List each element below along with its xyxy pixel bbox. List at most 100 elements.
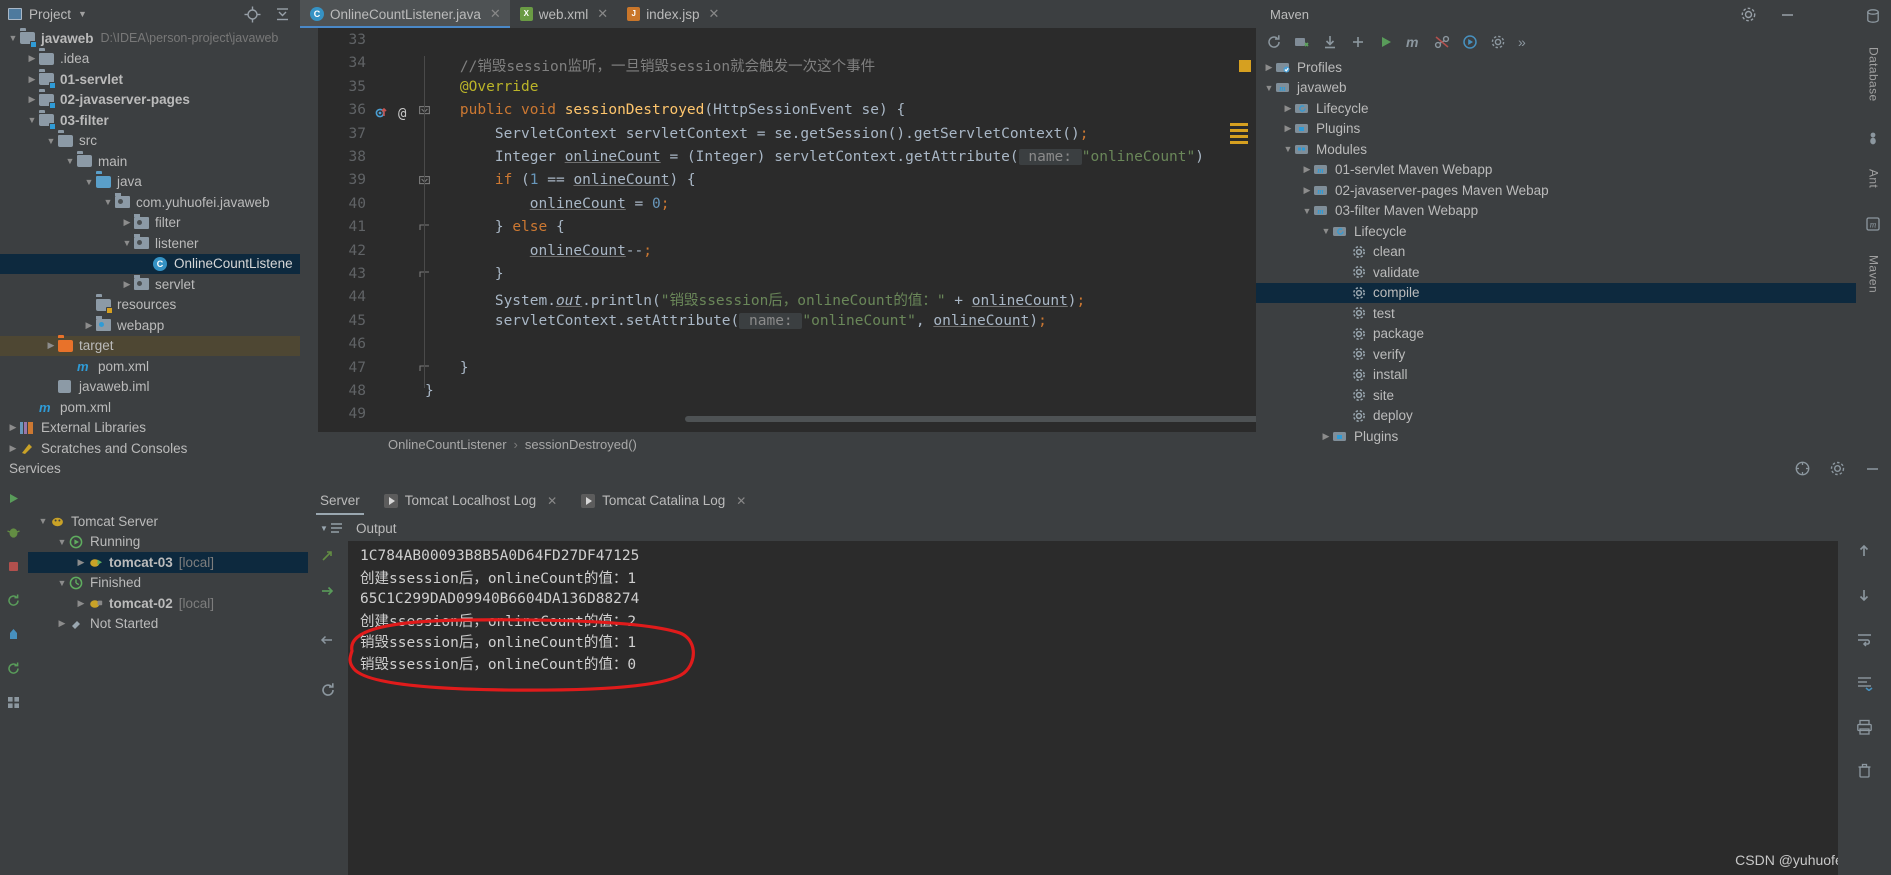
services-filter-icon[interactable] bbox=[6, 627, 23, 644]
help-icon[interactable] bbox=[1794, 460, 1811, 477]
project-tree-item[interactable]: main bbox=[0, 151, 300, 172]
maven-tree-item[interactable]: m 03-filter Maven Webapp bbox=[1256, 201, 1856, 222]
maven-strip-icon[interactable]: m bbox=[1865, 216, 1882, 233]
project-tree[interactable]: javaweb D:\IDEA\person-project\javaweb .id… bbox=[0, 28, 300, 456]
console-step-icon[interactable] bbox=[320, 633, 337, 650]
project-tree-item[interactable]: resources bbox=[0, 295, 300, 316]
project-tree-item[interactable]: .idea bbox=[0, 49, 300, 70]
editor-tab[interactable]: Xweb.xml ✕ bbox=[510, 0, 617, 28]
maven-tree-item[interactable]: site bbox=[1256, 385, 1856, 406]
chevron-closed-icon[interactable] bbox=[82, 320, 96, 331]
skip-tests-icon[interactable] bbox=[1434, 34, 1451, 51]
run-icon[interactable] bbox=[1378, 34, 1395, 51]
chevron-open-icon[interactable] bbox=[1300, 206, 1314, 216]
database-strip-icon[interactable] bbox=[1865, 8, 1882, 25]
services-tree-item[interactable]: Running bbox=[28, 532, 308, 553]
ant-strip-icon[interactable] bbox=[1865, 130, 1882, 147]
chevron-closed-icon[interactable] bbox=[74, 557, 88, 568]
project-tree-item[interactable]: m pom.xml bbox=[0, 356, 300, 377]
right-tool-strip[interactable]: Database Ant m Maven bbox=[1856, 0, 1891, 456]
maven-tree-item[interactable]: validate bbox=[1256, 262, 1856, 283]
chevron-open-icon[interactable] bbox=[55, 537, 69, 547]
download-sources-icon[interactable] bbox=[1322, 34, 1339, 51]
maven-tree-item[interactable]: Lifecycle bbox=[1256, 221, 1856, 242]
services-tree[interactable]: Tomcat Server Running tomcat-03 [local] Fini… bbox=[28, 481, 308, 875]
chevron-closed-icon[interactable] bbox=[1319, 431, 1333, 442]
chevron-open-icon[interactable] bbox=[36, 516, 50, 526]
services-settings-icon[interactable] bbox=[1829, 460, 1846, 477]
services-tree-item[interactable]: Tomcat Server bbox=[28, 511, 308, 532]
close-tab-icon[interactable]: ✕ bbox=[708, 6, 719, 22]
trash-icon[interactable] bbox=[1856, 763, 1873, 780]
chevron-open-icon[interactable] bbox=[1281, 144, 1295, 154]
maven-tree[interactable]: Profiles m javaweb Lifecycle Plugins Modules m… bbox=[1256, 57, 1856, 456]
maven-tree-item[interactable]: deploy bbox=[1256, 406, 1856, 427]
scroll-to-end-icon[interactable] bbox=[1856, 675, 1873, 692]
project-tree-item[interactable]: com.yuhuofei.javaweb bbox=[0, 192, 300, 213]
project-tree-item[interactable]: C OnlineCountListene bbox=[0, 253, 300, 274]
maven-tree-item[interactable]: m javaweb bbox=[1256, 78, 1856, 99]
chevron-closed-icon[interactable] bbox=[1300, 185, 1314, 196]
services-restart-icon[interactable] bbox=[6, 661, 23, 678]
chevron-open-icon[interactable] bbox=[101, 197, 115, 207]
editor-tab-bar[interactable]: C OnlineCountListener.java ✕ Xweb.xml ✕ Jinde… bbox=[300, 0, 1256, 28]
project-tree-item[interactable]: javaweb.iml bbox=[0, 377, 300, 398]
services-debug-icon[interactable] bbox=[6, 525, 23, 542]
soft-wrap-icon[interactable] bbox=[1856, 631, 1873, 648]
chevron-open-icon[interactable] bbox=[120, 238, 134, 248]
editor-tab[interactable]: Jindex.jsp ✕ bbox=[617, 0, 728, 28]
maven-tree-item[interactable]: clean bbox=[1256, 242, 1856, 263]
chevron-open-icon[interactable] bbox=[1262, 83, 1276, 93]
project-tree-item[interactable]: 02-javaserver-pages bbox=[0, 90, 300, 111]
project-tree-item[interactable]: 01-servlet bbox=[0, 69, 300, 90]
project-tree-item[interactable]: webapp bbox=[0, 315, 300, 336]
maven-minimize-icon[interactable] bbox=[1779, 6, 1796, 23]
chevron-closed-icon[interactable] bbox=[25, 74, 39, 85]
right-strip-label-maven[interactable]: Maven bbox=[1867, 255, 1881, 293]
chevron-open-icon[interactable] bbox=[44, 136, 58, 146]
chevron-closed-icon[interactable] bbox=[1262, 62, 1276, 73]
chevron-closed-icon[interactable] bbox=[1281, 123, 1295, 134]
maven-tree-item[interactable]: Plugins bbox=[1256, 119, 1856, 140]
console-down-icon[interactable] bbox=[320, 584, 337, 601]
close-tab-icon[interactable]: ✕ bbox=[490, 6, 501, 22]
add-maven-projects-icon[interactable] bbox=[1294, 34, 1311, 51]
services-minimize-icon[interactable] bbox=[1864, 460, 1881, 477]
project-tree-item[interactable]: 03-filter bbox=[0, 110, 300, 131]
services-stop-icon[interactable] bbox=[6, 559, 23, 576]
close-console-tab-icon[interactable]: ✕ bbox=[547, 494, 557, 508]
editor-tab[interactable]: C OnlineCountListener.java ✕ bbox=[300, 0, 510, 28]
project-tree-item[interactable]: src bbox=[0, 131, 300, 152]
project-tree-item[interactable]: listener bbox=[0, 233, 300, 254]
project-tree-item[interactable]: filter bbox=[0, 213, 300, 234]
maven-tree-item[interactable]: package bbox=[1256, 324, 1856, 345]
project-tree-item[interactable]: javaweb D:\IDEA\person-project\javaweb bbox=[0, 28, 300, 49]
output-filter-icon[interactable]: ▼ bbox=[320, 522, 344, 534]
maven-settings-gear-icon[interactable] bbox=[1490, 34, 1507, 51]
project-tree-item[interactable]: servlet bbox=[0, 274, 300, 295]
maven-tree-item[interactable]: Lifecycle bbox=[1256, 98, 1856, 119]
project-tree-item[interactable]: m pom.xml bbox=[0, 397, 300, 418]
maven-toolbar[interactable]: m » bbox=[1256, 28, 1856, 56]
chevron-down-icon[interactable]: ▼ bbox=[78, 9, 87, 19]
console-tab[interactable]: Tomcat Localhost Log ✕ bbox=[372, 493, 569, 515]
chevron-closed-icon[interactable] bbox=[1281, 103, 1295, 114]
maven-tree-item[interactable]: m 01-servlet Maven Webapp bbox=[1256, 160, 1856, 181]
refresh-icon[interactable] bbox=[1266, 34, 1283, 51]
services-redeploy-icon[interactable] bbox=[6, 593, 23, 610]
execute-icon[interactable] bbox=[1462, 34, 1479, 51]
chevron-closed-icon[interactable] bbox=[44, 340, 58, 351]
chevron-open-icon[interactable] bbox=[63, 156, 77, 166]
right-strip-label-database[interactable]: Database bbox=[1867, 47, 1881, 102]
services-tree-item[interactable]: Finished bbox=[28, 573, 308, 594]
chevron-closed-icon[interactable] bbox=[1300, 164, 1314, 175]
console-right-toolbar[interactable] bbox=[1838, 481, 1891, 875]
console-tab[interactable]: Tomcat Catalina Log ✕ bbox=[569, 493, 758, 515]
chevron-closed-icon[interactable] bbox=[55, 618, 69, 629]
console-rerun-icon[interactable] bbox=[320, 682, 337, 699]
maven-tree-item[interactable]: Modules bbox=[1256, 139, 1856, 160]
chevron-closed-icon[interactable] bbox=[120, 279, 134, 290]
annotation-marker-icon[interactable]: @ bbox=[398, 106, 406, 122]
chevron-closed-icon[interactable] bbox=[6, 443, 20, 454]
services-tree-item[interactable]: Not Started bbox=[28, 614, 308, 635]
